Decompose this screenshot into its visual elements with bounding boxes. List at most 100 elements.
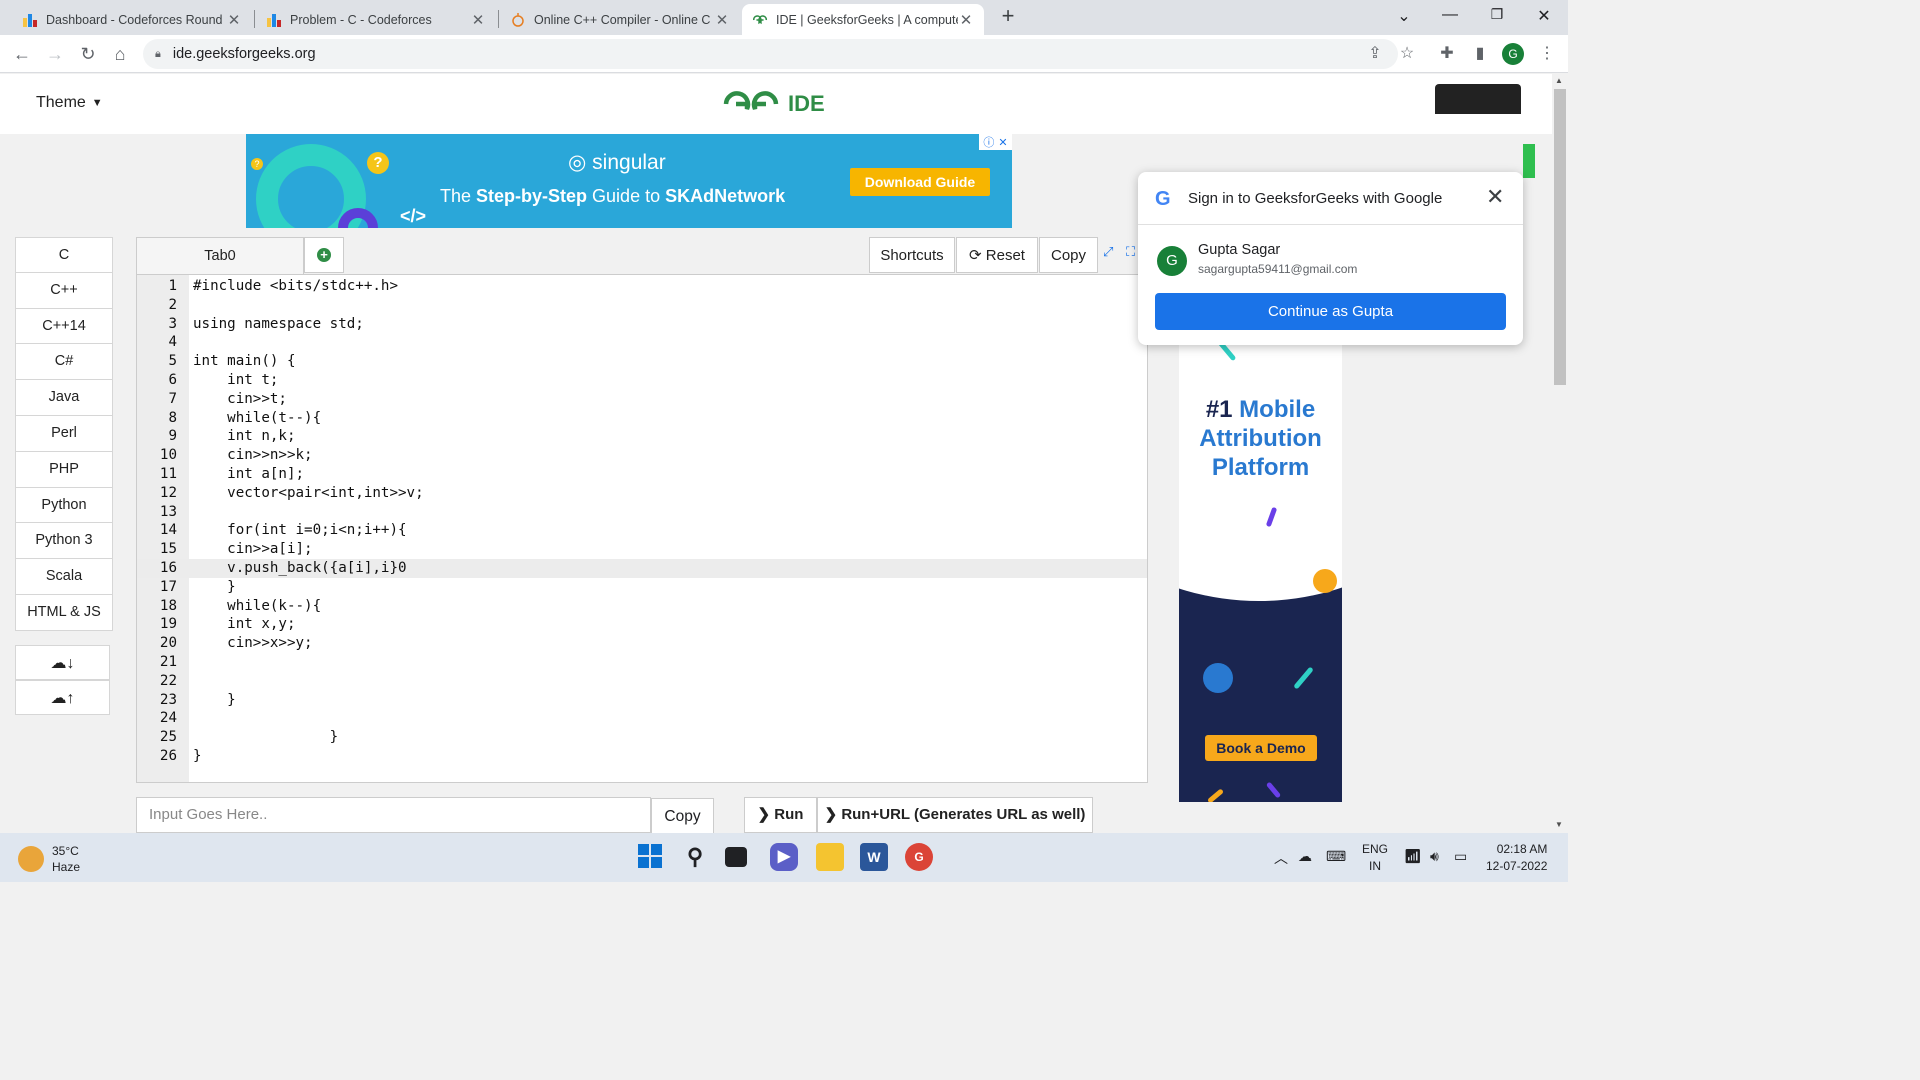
word-icon[interactable]: W (860, 843, 888, 871)
extensions-icon[interactable]: ✚ (1436, 43, 1458, 65)
code-line[interactable]: 5 int main() { (137, 352, 1147, 371)
reload-icon[interactable]: ↻ (77, 43, 99, 65)
run-url-button[interactable]: ❯ Run+URL (Generates URL as well) (817, 797, 1093, 833)
code-line[interactable]: 9 int n,k; (137, 427, 1147, 446)
lang-c[interactable]: C (15, 237, 113, 273)
theme-dropdown[interactable]: Theme ▼ (36, 94, 103, 112)
reset-button[interactable]: ⟳ Reset (956, 237, 1038, 273)
add-tab-button[interactable]: + (304, 237, 344, 273)
system-clock[interactable]: 02:18 AM 12-07-2022 (1486, 841, 1547, 875)
editor-tab-0[interactable]: Tab0 (136, 237, 304, 274)
code-line[interactable]: 6 int t; (137, 371, 1147, 390)
new-tab-button[interactable]: + (996, 5, 1020, 29)
code-line[interactable]: 1 #include <bits/stdc++.h> (137, 277, 1147, 296)
close-tab-icon[interactable]: ✕ (226, 11, 242, 29)
code-line[interactable]: 20 cin>>x>>y; (137, 634, 1147, 653)
close-tab-icon[interactable]: ✕ (470, 11, 486, 29)
restore-button[interactable]: ❐ (1485, 6, 1509, 23)
adchoices-icon[interactable]: ⓘ ✕ (979, 134, 1012, 150)
close-window-button[interactable]: ✕ (1532, 6, 1556, 26)
page-scrollbar[interactable]: ▲ ▼ (1552, 74, 1568, 833)
battery-icon[interactable]: ▭ (1454, 848, 1467, 865)
side-panel-icon[interactable]: ▮ (1469, 43, 1491, 65)
browser-tab-gfg-ide[interactable]: IDE | GeeksforGeeks | A compute ✕ (742, 4, 984, 35)
task-view-icon[interactable] (725, 847, 747, 867)
browser-tab-dashboard[interactable]: Dashboard - Codeforces Round # ✕ (12, 4, 252, 35)
onedrive-icon[interactable]: ☁︎ (1298, 848, 1312, 865)
cloud-download-button[interactable]: ☁︎↓ (15, 645, 110, 680)
code-editor[interactable]: 1 #include <bits/stdc++.h> 2 3 using namespa… (136, 274, 1148, 783)
run-button[interactable]: ❯ Run (744, 797, 817, 833)
code-line[interactable]: 7 cin>>t; (137, 390, 1147, 409)
lang-csharp[interactable]: C# (15, 344, 113, 381)
code-line[interactable]: 3 using namespace std; (137, 315, 1147, 334)
close-tab-icon[interactable]: ✕ (714, 11, 730, 29)
code-line[interactable]: 16 v.push_back({a[i],i}0 (137, 559, 1147, 578)
search-icon[interactable]: ⚲ (681, 843, 709, 871)
wifi-icon[interactable]: 📶︎ (1404, 848, 1422, 865)
code-line[interactable]: 25 } (137, 728, 1147, 747)
lang-php[interactable]: PHP (15, 451, 113, 488)
keyboard-icon[interactable]: ⌨ (1326, 848, 1346, 865)
lang-python3[interactable]: Python 3 (15, 523, 113, 560)
menu-icon[interactable]: ⋮ (1536, 43, 1558, 65)
fullscreen-icon[interactable]: ⛶ (1126, 244, 1135, 260)
code-line[interactable]: 24 (137, 709, 1147, 728)
shortcuts-button[interactable]: Shortcuts (869, 237, 955, 273)
lang-scala[interactable]: Scala (15, 559, 113, 595)
lang-html-js[interactable]: HTML & JS (15, 594, 113, 631)
scrollbar-thumb[interactable] (1554, 89, 1566, 385)
lang-cpp14[interactable]: C++14 (15, 308, 113, 345)
code-line[interactable]: 23 } (137, 691, 1147, 710)
stdin-input[interactable]: Input Goes Here.. (136, 797, 651, 833)
home-icon[interactable]: ⌂ (109, 43, 131, 65)
continue-button[interactable]: Continue as Gupta (1155, 293, 1506, 330)
windows-start-icon[interactable] (636, 843, 664, 871)
chrome-icon[interactable]: G (905, 843, 933, 871)
code-line[interactable]: 12 vector<pair<int,int>>v; (137, 484, 1147, 503)
code-line[interactable]: 22 (137, 672, 1147, 691)
lang-java[interactable]: Java (15, 380, 113, 416)
share-icon[interactable]: ⇪ (1364, 43, 1386, 65)
code-line[interactable]: 19 int x,y; (137, 615, 1147, 634)
code-line[interactable]: 13 (137, 503, 1147, 522)
language-indicator[interactable]: ENG IN (1362, 841, 1388, 875)
download-guide-button[interactable]: Download Guide (850, 168, 990, 196)
code-line[interactable]: 18 while(k--){ (137, 597, 1147, 616)
ad-banner-top[interactable]: ? ? </> ◎ singular The Step-by-Step Guid… (246, 134, 1012, 228)
gfg-logo[interactable]: IDE (722, 88, 825, 120)
code-line[interactable]: 21 (137, 653, 1147, 672)
close-icon[interactable]: ✕ (1486, 184, 1504, 210)
code-line[interactable]: 11 int a[n]; (137, 465, 1147, 484)
lang-cpp[interactable]: C++ (15, 272, 113, 309)
code-line[interactable]: 17 } (137, 578, 1147, 597)
ad-banner-right[interactable]: #1 Mobile Attribution Platform Book a De… (1179, 269, 1342, 802)
code-line[interactable]: 10 cin>>n>>k; (137, 446, 1147, 465)
profile-avatar[interactable]: G (1502, 43, 1524, 65)
tab-search-icon[interactable]: ⌄ (1392, 6, 1416, 26)
volume-icon[interactable]: 🔊︎ (1430, 848, 1439, 865)
scroll-up-icon[interactable]: ▲ (1555, 76, 1563, 85)
scroll-down-icon[interactable]: ▼ (1555, 820, 1563, 829)
code-line[interactable]: 8 while(t--){ (137, 409, 1147, 428)
forward-icon[interactable]: → (44, 43, 66, 65)
address-bar[interactable]: 🔒︎ ide.geeksforgeeks.org (143, 39, 1398, 69)
close-tab-icon[interactable]: ✕ (958, 11, 974, 29)
file-explorer-icon[interactable] (816, 843, 844, 871)
minimize-button[interactable]: — (1438, 6, 1462, 24)
teams-chat-icon[interactable]: ▶ (770, 843, 798, 871)
code-line[interactable]: 26} (137, 747, 1147, 766)
weather-widget[interactable]: 35°C Haze (18, 843, 80, 875)
expand-icon[interactable]: ⤢ (1103, 244, 1113, 260)
browser-tab-problem[interactable]: Problem - C - Codeforces ✕ (256, 4, 496, 35)
copy-input-button[interactable]: Copy (651, 798, 714, 833)
sign-in-button[interactable] (1435, 84, 1521, 114)
back-icon[interactable]: ← (11, 43, 33, 65)
book-demo-button[interactable]: Book a Demo (1205, 735, 1317, 761)
code-line[interactable]: 15 cin>>a[i]; (137, 540, 1147, 559)
lang-python[interactable]: Python (15, 487, 113, 524)
code-line[interactable]: 4 (137, 333, 1147, 352)
cloud-upload-button[interactable]: ☁︎↑ (15, 680, 110, 715)
lang-perl[interactable]: Perl (15, 415, 113, 452)
browser-tab-compiler[interactable]: Online C++ Compiler - Online C ✕ (500, 4, 740, 35)
